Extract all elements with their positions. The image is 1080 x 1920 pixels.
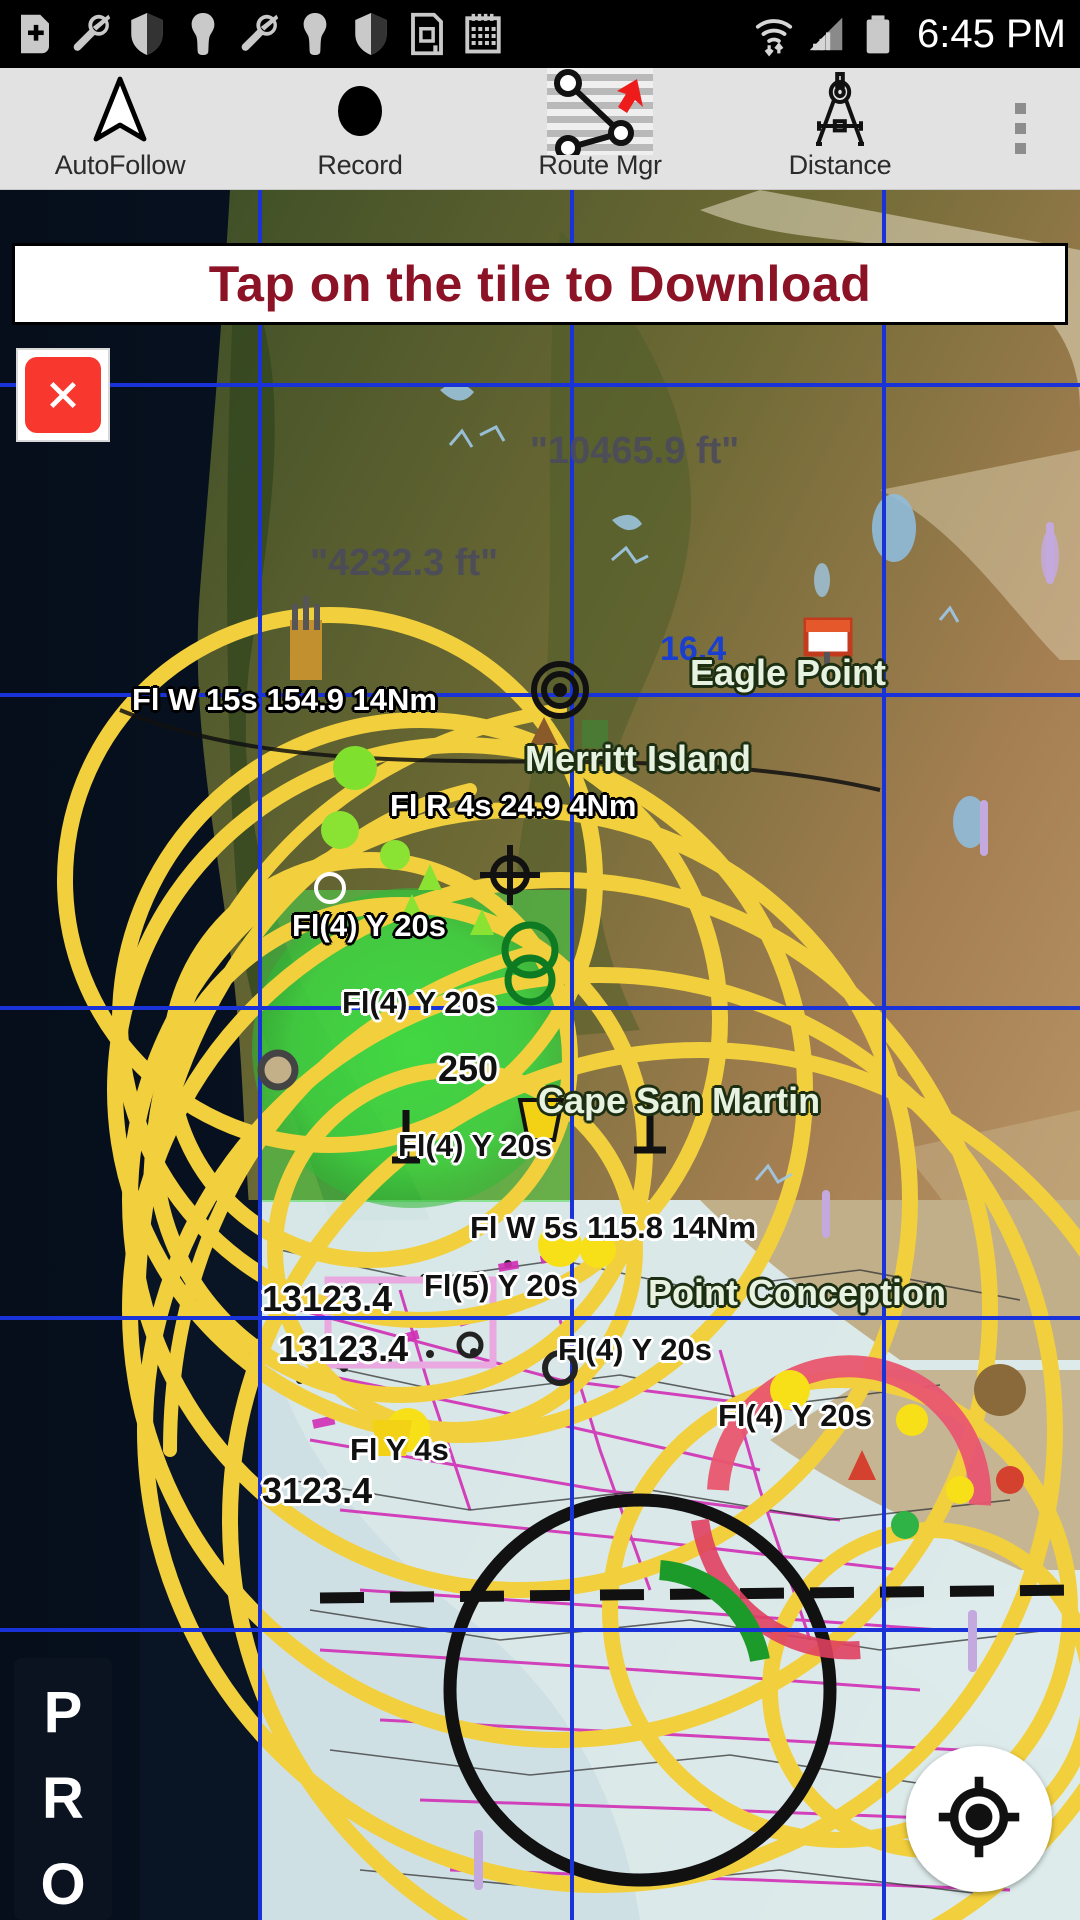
gps-crosshair-icon (933, 1771, 1025, 1868)
toolbar-item-route-mgr[interactable]: Route Mgr (480, 67, 720, 189)
wrench-icon (70, 11, 112, 57)
record-dot-icon (326, 72, 394, 150)
toolbar-item-autofollow[interactable]: AutoFollow (0, 68, 240, 189)
battery-icon (857, 11, 899, 57)
key-icon-2 (294, 11, 336, 57)
divider-compass-icon (804, 72, 876, 150)
sim-card-icon (406, 11, 448, 57)
download-instruction-banner: Tap on the tile to Download (12, 243, 1068, 325)
shield-half-icon-2 (350, 11, 392, 57)
toolbar: AutoFollow Record Route Mgr Distance (0, 67, 1080, 190)
wrench-icon-2 (238, 11, 280, 57)
calendar-icon (462, 11, 504, 57)
shield-plus-icon (14, 11, 56, 57)
status-bar: 6:45 PM (0, 0, 1080, 68)
navigation-arrow-icon (86, 72, 154, 150)
status-notification-icons (14, 11, 753, 57)
app-root: 6:45 PM AutoFollow Record Route Mgr Dist… (0, 0, 1080, 1920)
toolbar-item-record[interactable]: Record (240, 68, 480, 189)
toolbar-label-distance: Distance (788, 150, 892, 180)
pro-letter-o: O (40, 1852, 86, 1917)
status-time: 6:45 PM (917, 11, 1066, 56)
close-download-mode-button[interactable] (16, 348, 110, 442)
toolbar-label-record: Record (317, 150, 403, 180)
map-canvas[interactable]: "10465.9 ft" "4232.3 ft" 16.4 250 13123.… (0, 190, 1080, 1920)
kebab-menu-icon (1014, 103, 1026, 154)
cellular-signal-icon (805, 11, 847, 57)
status-system-icons: 6:45 PM (753, 11, 1066, 57)
route-manager-icon (547, 67, 653, 155)
wifi-icon (753, 11, 795, 57)
key-icon (182, 11, 224, 57)
toolbar-item-distance[interactable]: Distance (720, 68, 960, 189)
pro-letter-p: P (43, 1680, 83, 1745)
toolbar-overflow-button[interactable] (960, 68, 1080, 189)
banner-text: Tap on the tile to Download (208, 256, 872, 312)
pro-letter-r: R (42, 1766, 84, 1831)
gps-locate-button[interactable] (906, 1746, 1052, 1892)
map-imagery-layer (0, 190, 1080, 1920)
shield-half-icon (126, 11, 168, 57)
toolbar-label-autofollow: AutoFollow (54, 150, 186, 180)
pro-badge[interactable]: P R O (14, 1658, 112, 1920)
close-x-icon (25, 357, 101, 433)
